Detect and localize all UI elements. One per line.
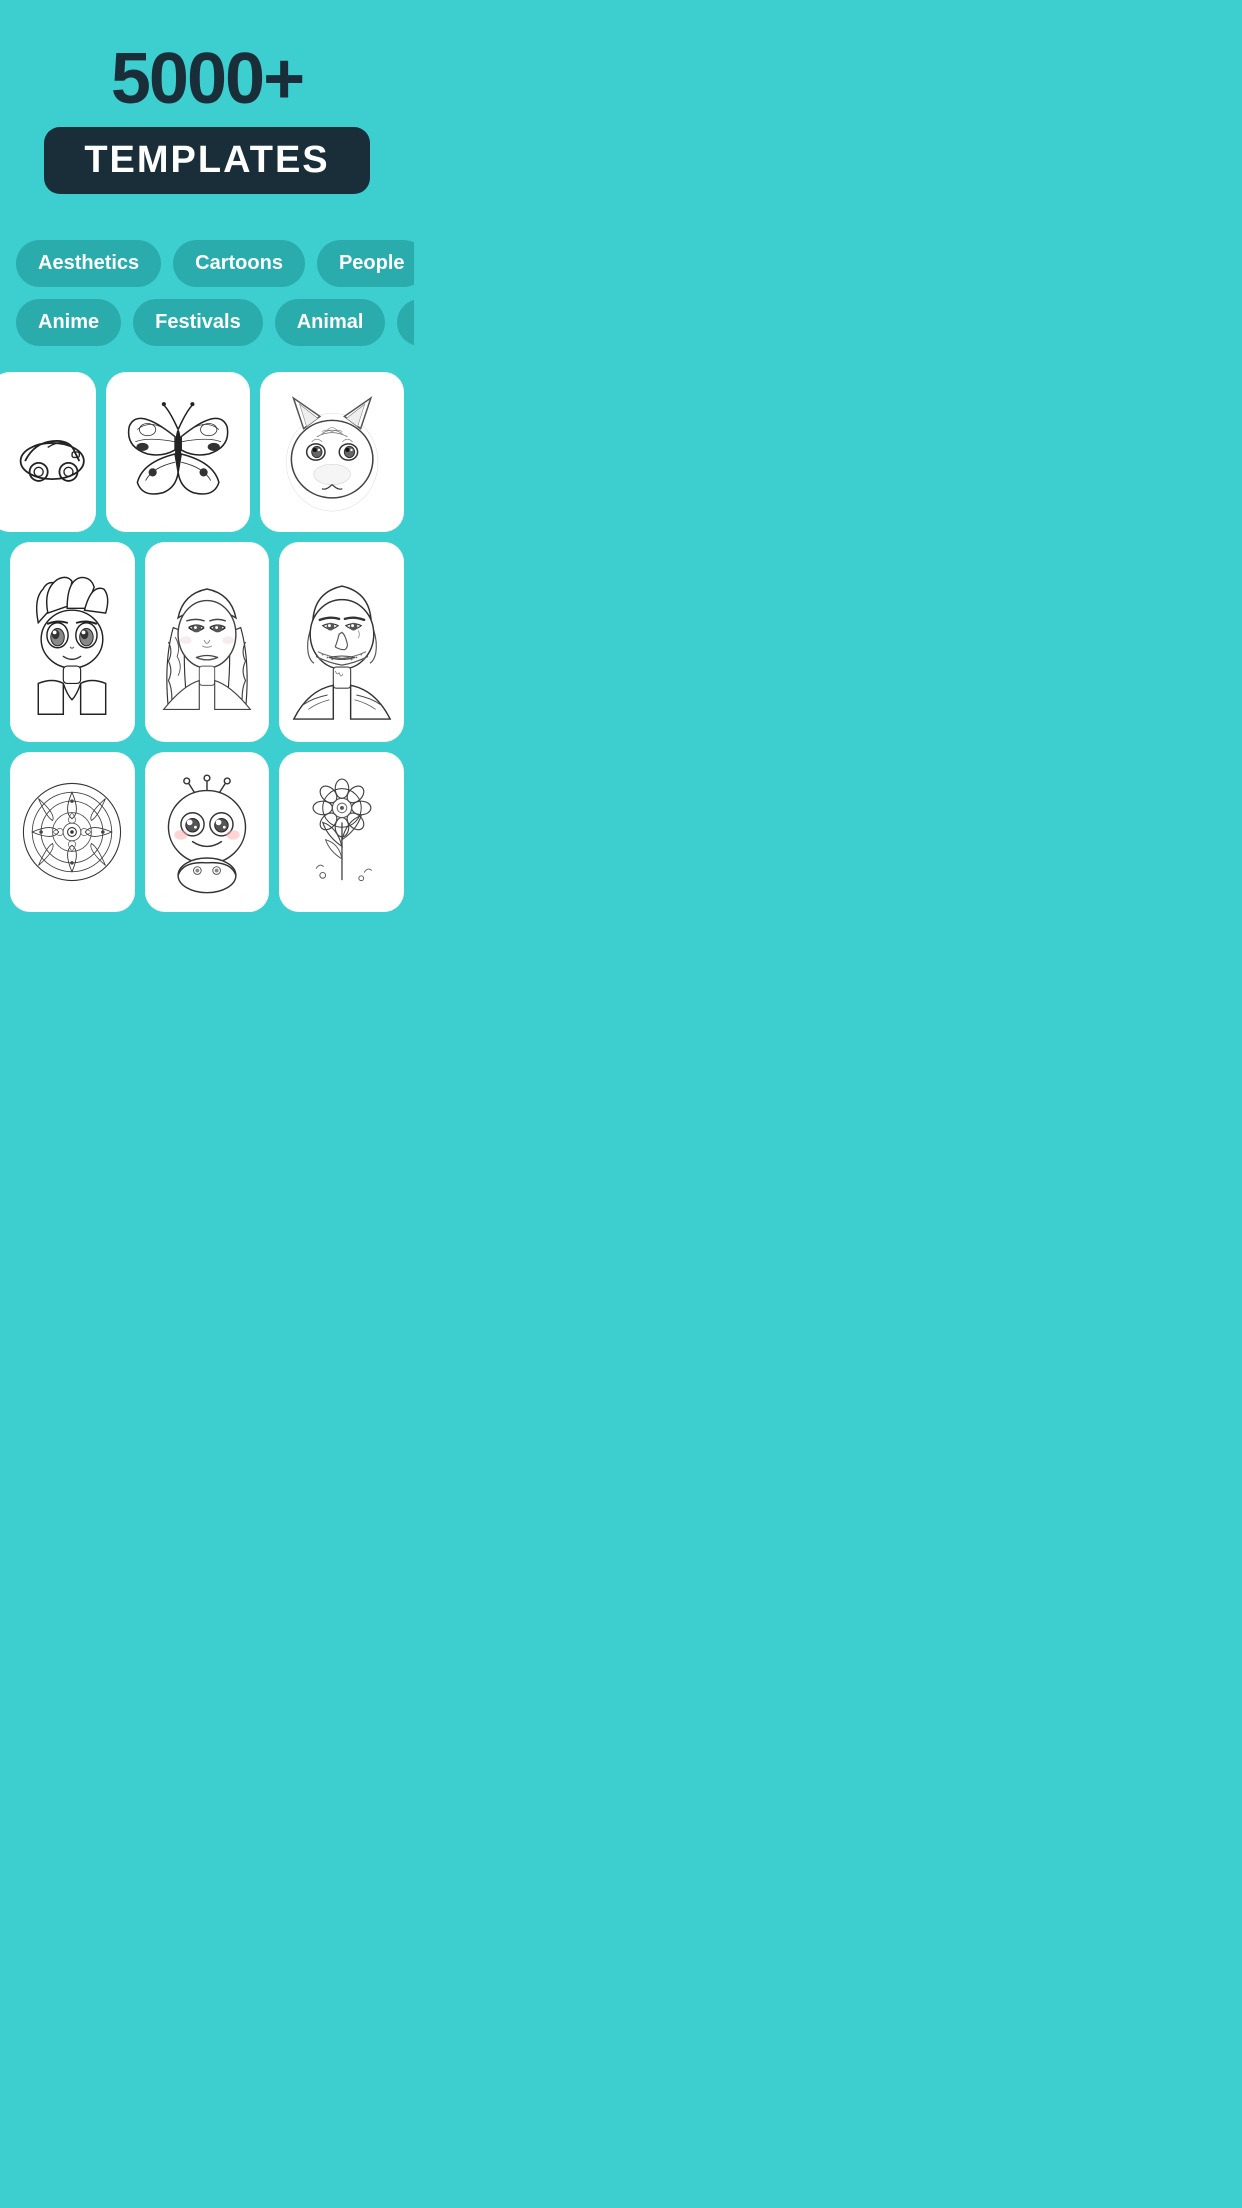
category-anime[interactable]: Anime <box>16 299 121 346</box>
category-aesthetics[interactable]: Aesthetics <box>16 240 161 287</box>
header-section: 5000+ TEMPLATES <box>0 0 414 214</box>
category-cartoons[interactable]: Cartoons <box>173 240 305 287</box>
template-card-car[interactable] <box>0 372 96 532</box>
count-text: 5000+ <box>20 40 394 119</box>
template-card-cute-character[interactable] <box>145 752 270 912</box>
template-card-girl[interactable] <box>145 542 270 742</box>
category-fun[interactable]: Fun <box>397 299 414 346</box>
template-card-anime[interactable] <box>10 542 135 742</box>
template-card-wolf[interactable] <box>260 372 404 532</box>
templates-badge: TEMPLATES <box>44 127 369 194</box>
template-card-butterfly[interactable] <box>106 372 250 532</box>
templates-row-1 <box>10 362 404 537</box>
template-card-floral[interactable] <box>279 752 404 912</box>
category-animal[interactable]: Animal <box>275 299 386 346</box>
template-card-man[interactable] <box>279 542 404 742</box>
categories-row-1: Aesthetics Cartoons People Trending Cars <box>0 234 414 293</box>
templates-row-3 <box>10 747 404 912</box>
category-festivals[interactable]: Festivals <box>133 299 263 346</box>
categories-row-2: Anime Festivals Animal Fun Mehndi <box>0 293 414 352</box>
template-card-mandala[interactable] <box>10 752 135 912</box>
templates-row-2 <box>10 537 404 747</box>
categories-section: Aesthetics Cartoons People Trending Cars… <box>0 214 414 362</box>
category-people[interactable]: People <box>317 240 414 287</box>
